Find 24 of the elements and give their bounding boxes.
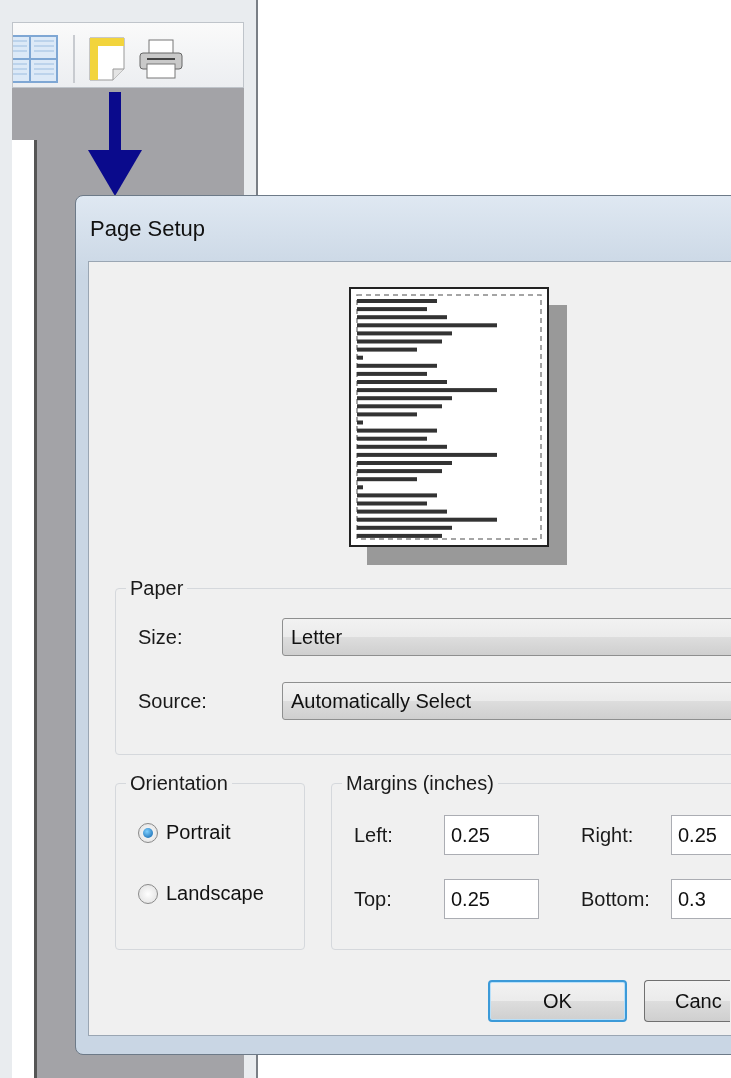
group-label: Margins (inches) <box>345 772 495 795</box>
dialog-button[interactable]: Canc <box>644 980 730 1022</box>
dialog-title: Page Setup <box>90 216 205 242</box>
margin-input[interactable]: 0.3 <box>671 879 731 919</box>
margin-input[interactable]: 0.25 <box>444 879 539 919</box>
field-label: Top: <box>354 887 393 911</box>
field-label: Right: <box>581 823 635 847</box>
source-dropdown[interactable]: Automatically Select <box>282 682 731 720</box>
radio-option[interactable]: Landscape <box>138 882 264 905</box>
field-label: Bottom: <box>581 887 651 911</box>
field-label: Source: <box>138 689 208 713</box>
printer-icon[interactable] <box>139 39 183 79</box>
margin-input[interactable]: 0.25 <box>444 815 539 855</box>
field-label: Left: <box>354 823 394 847</box>
radio-icon[interactable] <box>138 883 158 904</box>
radio-icon[interactable] <box>138 822 158 843</box>
grid-icon[interactable] <box>13 35 59 83</box>
field-label: Size: <box>138 625 184 649</box>
group-label: Paper <box>129 577 185 600</box>
group-label: Orientation <box>129 772 229 795</box>
margin-input[interactable]: 0.25 <box>671 815 731 855</box>
dialog-button[interactable]: OK <box>488 980 627 1022</box>
radio-option[interactable]: Portrait <box>138 821 231 844</box>
size-dropdown[interactable]: Letter <box>282 618 731 656</box>
